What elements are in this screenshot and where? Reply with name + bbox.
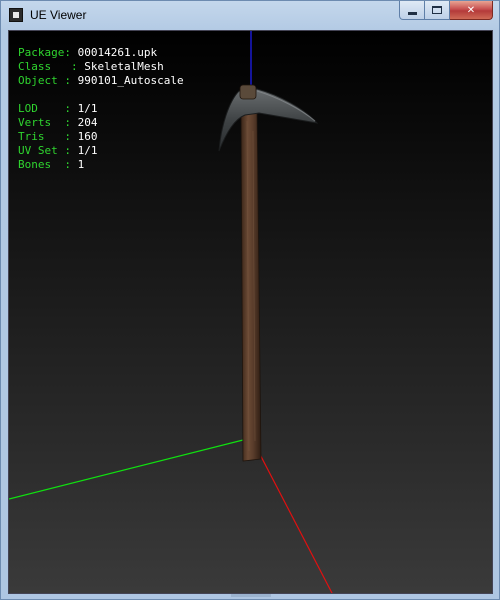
resize-grip[interactable] — [231, 594, 271, 597]
minimize-icon — [407, 11, 417, 15]
axis-y-line — [9, 438, 248, 500]
app-icon[interactable] — [9, 8, 23, 22]
app-window: UE Viewer ✕ Package: 00014261.upk Class … — [0, 0, 500, 600]
info-value: 1/1 — [77, 102, 98, 115]
info-bones: Bones : 1 — [18, 158, 184, 172]
pickaxe-model[interactable] — [218, 84, 319, 462]
info-lod: LOD : 1/1 — [18, 102, 184, 116]
maximize-button[interactable] — [425, 1, 450, 20]
info-sep: : — [64, 74, 71, 87]
pickaxe-collar — [239, 84, 257, 100]
minimize-button[interactable] — [399, 1, 425, 20]
pickaxe-head — [218, 88, 319, 152]
info-value: 1 — [77, 158, 85, 171]
info-sep: : — [64, 46, 71, 59]
info-label: UV Set — [18, 144, 58, 157]
info-tris: Tris : 160 — [18, 130, 184, 144]
info-sep: : — [64, 144, 71, 157]
info-value: SkeletalMesh — [84, 60, 164, 73]
info-pad — [45, 130, 65, 143]
3d-viewport[interactable]: Package: 00014261.upk Class : SkeletalMe… — [8, 30, 493, 594]
info-package: Package: 00014261.upk — [18, 46, 184, 60]
axis-x-line — [252, 440, 333, 593]
info-label: Tris — [18, 130, 45, 143]
info-value: 00014261.upk — [77, 46, 158, 59]
info-sep: : — [64, 130, 71, 143]
info-verts: Verts : 204 — [18, 116, 184, 130]
info-value: 160 — [77, 130, 98, 143]
mesh-info-panel: Package: 00014261.upk Class : SkeletalMe… — [18, 46, 184, 172]
pickaxe-handle — [240, 106, 262, 462]
close-icon: ✕ — [466, 4, 476, 16]
info-pad — [51, 158, 64, 171]
info-label: Package — [18, 46, 65, 59]
info-label: Bones — [18, 158, 52, 171]
info-object: Object : 990101_Autoscale — [18, 74, 184, 88]
info-sep: : — [64, 158, 71, 171]
window-title: UE Viewer — [30, 8, 87, 22]
info-label: Class — [18, 60, 52, 73]
info-label: Object — [18, 74, 58, 87]
info-sep: : — [71, 60, 78, 73]
info-pad — [51, 60, 71, 73]
caption-buttons: ✕ — [399, 1, 493, 21]
info-sep: : — [64, 102, 71, 115]
info-label: Verts — [18, 116, 52, 129]
info-class: Class : SkeletalMesh — [18, 60, 184, 74]
info-value: 1/1 — [77, 144, 98, 157]
info-value: 990101_Autoscale — [77, 74, 184, 87]
info-uvset: UV Set : 1/1 — [18, 144, 184, 158]
info-pad — [51, 116, 64, 129]
maximize-icon — [432, 6, 442, 14]
info-label: LOD — [18, 102, 38, 115]
info-value: 204 — [77, 116, 98, 129]
info-pad — [38, 102, 65, 115]
title-bar[interactable]: UE Viewer ✕ — [1, 1, 499, 31]
close-button[interactable]: ✕ — [450, 1, 493, 20]
info-sep: : — [64, 116, 71, 129]
